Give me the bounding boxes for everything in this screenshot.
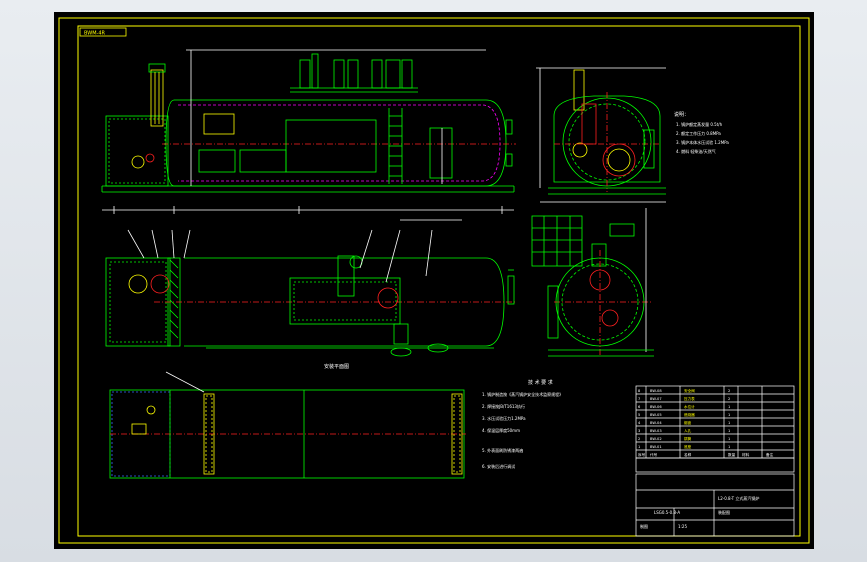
parts-cell: 1 — [728, 413, 730, 417]
parts-header-cell: 序号 — [638, 452, 646, 457]
note-line: 2. 额定工作压力 0.8MPa — [676, 130, 721, 136]
note-line: 4. 燃料 轻柴油/天然气 — [676, 148, 716, 154]
notes-title: 说明： — [674, 111, 689, 118]
front-elevation — [101, 49, 516, 221]
end-view — [531, 208, 654, 357]
inner-frame — [77, 25, 801, 537]
parts-cell: 人孔 — [684, 428, 692, 433]
parts-cell: 8 — [638, 389, 641, 393]
drawing-sheet: BWM-4R 说明： 1. 锅炉额定蒸发量 0.5t/h 2. 额定工作压力 0… — [54, 12, 814, 549]
parts-cell: BW-08 — [650, 389, 662, 393]
parts-header-cell: 备注 — [766, 452, 774, 457]
tech-req-line: 5. 外表面刷防锈漆两遍 — [482, 447, 523, 453]
drawing-canvas: BWM-4R 说明： 1. 锅炉额定蒸发量 0.5t/h 2. 额定工作压力 0… — [58, 17, 810, 544]
parts-cell: 6 — [638, 405, 641, 409]
tech-req-line: 3. 水压试验压力1.2MPa — [482, 415, 526, 421]
parts-cell: 锅筒 — [684, 436, 692, 441]
parts-cell: 3 — [638, 429, 640, 433]
parts-header-cell: 名称 — [684, 452, 692, 457]
tech-req-line: 1. 锅炉制造按《蒸汽锅炉安全技术监察规程》 — [482, 391, 563, 397]
title-scale: 1:25 — [678, 524, 687, 529]
tech-req-line: 6. 安装后进行调试 — [482, 463, 515, 469]
title-block — [635, 473, 795, 537]
parts-cell: 2 — [728, 397, 730, 401]
note-line: 3. 锅炉本体水压试验 1.2MPa — [676, 139, 729, 145]
parts-cell: BW-07 — [650, 397, 662, 401]
parts-cell: BW-01 — [650, 445, 662, 449]
parts-cell: BW-06 — [650, 405, 662, 409]
parts-cell: 压力表 — [684, 396, 695, 401]
parts-header-cell: 数量 — [728, 452, 736, 457]
parts-cell: 1 — [728, 437, 730, 441]
parts-cell: 1 — [728, 445, 730, 449]
title-name: L2-0.8-T 立式蒸汽锅炉 — [718, 495, 759, 501]
parts-cell: 2 — [728, 389, 730, 393]
plan-view — [105, 229, 516, 357]
parts-cell: 水位计 — [684, 404, 695, 409]
cad-viewport: BWM-4R 说明： 1. 锅炉额定蒸发量 0.5t/h 2. 额定工作压力 0… — [0, 0, 867, 562]
parts-rows: 8 BW-08 安全阀 2 7 BW-07 压力表 2 6 BW-06 水位计 … — [638, 388, 774, 457]
parts-cell: BW-05 — [650, 413, 662, 417]
parts-cell: 燃烧器 — [684, 412, 695, 417]
parts-cell: 烟囱 — [684, 420, 692, 425]
parts-cell: BW-02 — [650, 437, 662, 441]
parts-cell: BW-04 — [650, 421, 662, 425]
title-org: 制图 — [640, 523, 648, 529]
title-code: LSG0.5-0.8-A — [654, 510, 680, 515]
tech-req-line: 2. 焊接按JB/T1613执行 — [482, 403, 525, 409]
parts-cell: 1 — [728, 405, 730, 409]
parts-cell: 2 — [638, 437, 640, 441]
title-sub: 装配图 — [718, 509, 730, 515]
notes-list: 1. 锅炉额定蒸发量 0.5t/h 2. 额定工作压力 0.8MPa 3. 锅炉… — [676, 121, 729, 154]
tech-req-list: 1. 锅炉制造按《蒸汽锅炉安全技术监察规程》 2. 焊接按JB/T1613执行 … — [482, 391, 563, 469]
side-elevation — [536, 67, 666, 203]
parts-cell: BW-03 — [650, 429, 662, 433]
outer-frame — [58, 17, 810, 544]
parts-header-cell: 材料 — [742, 452, 750, 457]
parts-cell: 1 — [638, 445, 640, 449]
parts-cell: 1 — [728, 421, 730, 425]
tech-req-title: 技 术 要 求 — [528, 379, 553, 386]
parts-cell: 4 — [638, 421, 641, 425]
parts-header-cell: 代号 — [650, 452, 658, 457]
note-line: 1. 锅炉额定蒸发量 0.5t/h — [676, 121, 723, 127]
corner-tag: BWM-4R — [84, 31, 105, 37]
tech-req-line: 4. 保温层厚度50mm — [482, 427, 520, 433]
parts-cell: 7 — [638, 397, 640, 401]
parts-cell: 底座 — [684, 444, 692, 449]
parts-cell: 安全阀 — [684, 388, 695, 393]
parts-cell: 1 — [728, 429, 730, 433]
plan-title: 安装平面图 — [324, 363, 349, 370]
foundation-view — [109, 371, 466, 479]
parts-cell: 5 — [638, 413, 640, 417]
